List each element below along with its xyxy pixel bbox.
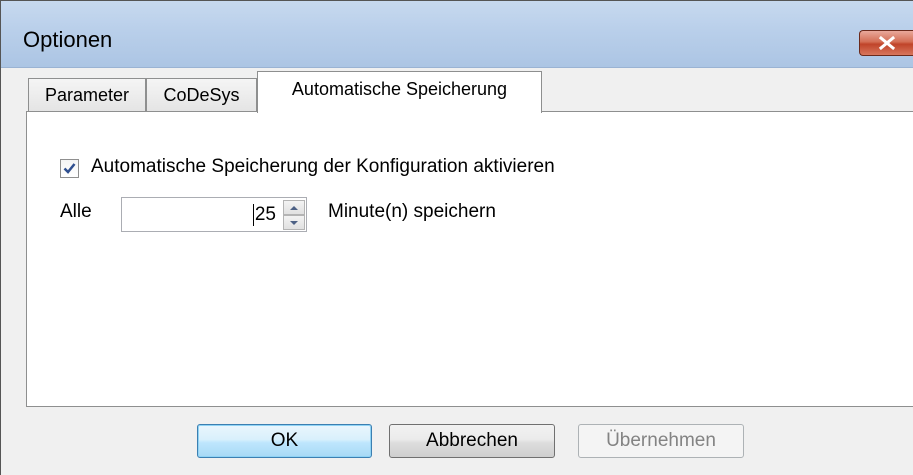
interval-spinbox[interactable]: 25 [121, 197, 307, 232]
dialog-content: Parameter CoDeSys Automatische Speicheru… [1, 68, 913, 475]
tab-automatische-speicherung[interactable]: Automatische Speicherung [257, 71, 542, 113]
spin-down-button[interactable] [283, 215, 305, 230]
arrow-down-icon [290, 221, 298, 225]
arrow-up-icon [290, 206, 298, 210]
interval-prefix-label: Alle [60, 201, 92, 222]
window-title: Optionen [23, 27, 113, 52]
spin-up-button[interactable] [283, 200, 305, 215]
autosave-checkbox[interactable] [60, 159, 79, 178]
tab-codesys[interactable]: CoDeSys [146, 78, 257, 112]
interval-suffix-label: Minute(n) speichern [328, 201, 496, 222]
close-icon [878, 36, 896, 50]
checkmark-icon [63, 163, 76, 174]
ok-button[interactable]: OK [197, 424, 372, 458]
title-bar[interactable]: Optionen [1, 1, 913, 68]
autosave-checkbox-label[interactable]: Automatische Speicherung der Konfigurati… [91, 156, 555, 178]
options-dialog: Optionen Parameter CoDeSys Automatische … [0, 0, 913, 475]
close-button[interactable] [859, 30, 913, 56]
cancel-button[interactable]: Abbrechen [389, 424, 555, 458]
tab-panel: Automatische Speicherung der Konfigurati… [26, 111, 913, 407]
tab-parameter[interactable]: Parameter [28, 78, 146, 112]
apply-button[interactable]: Übernehmen [578, 424, 744, 458]
interval-value[interactable]: 25 [252, 204, 276, 226]
